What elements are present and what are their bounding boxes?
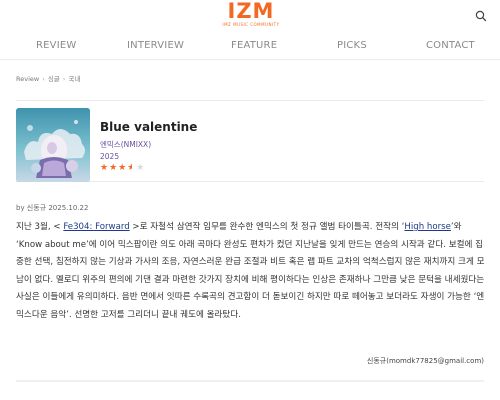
album-cover <box>16 108 90 182</box>
nav-contact[interactable]: CONTACT <box>426 40 475 51</box>
album-info: Blue valentine 엔믹스(NMIXX) 2025 ★★★★★ <box>16 100 484 182</box>
chevron-right-icon: › <box>42 75 45 83</box>
review-body: 지난 3월, < Fe304: Forward >로 자철석 삼연작 임무를 완… <box>16 219 486 324</box>
breadcrumb-domestic[interactable]: 국내 <box>68 75 80 83</box>
site-logo[interactable]: IZM IMZ MUSIC COMMUNITY <box>219 0 283 30</box>
search-button[interactable] <box>474 8 488 22</box>
review-text: ’와 ‘Know about me’에 이어 믹스팝이란 의도 아래 곡마다 완… <box>16 222 485 320</box>
star-empty-icon: ★ <box>136 163 146 173</box>
album-cover-art <box>16 108 90 182</box>
breadcrumb-single[interactable]: 싱글 <box>48 75 60 83</box>
breadcrumb: Review › 싱글 › 국내 <box>16 73 80 83</box>
breadcrumb-review[interactable]: Review <box>16 75 39 83</box>
review-text: 지난 3월, < <box>16 222 64 232</box>
star-full-icon: ★ <box>100 163 110 173</box>
album-title: Blue valentine <box>100 120 198 134</box>
review-byline: by 신동규 2025.10.22 <box>16 204 89 212</box>
review-text: >로 자철석 삼연작 임무를 완수한 엔믹스의 첫 정규 앨범 타이틀곡. 전작… <box>129 222 405 232</box>
divider <box>16 380 484 382</box>
nav-review[interactable]: REVIEW <box>36 40 76 51</box>
author-email: 신동규(momdk77825@gmail.com) <box>366 357 484 365</box>
album-year: 2025 <box>100 152 120 161</box>
album-link-fe304[interactable]: Fe304: Forward <box>63 222 129 232</box>
site-header: IZM IMZ MUSIC COMMUNITY <box>0 0 500 34</box>
nav-interview[interactable]: INTERVIEW <box>127 40 184 51</box>
star-full-icon: ★ <box>109 163 119 173</box>
star-full-icon: ★ <box>118 163 128 173</box>
nav-feature[interactable]: FEATURE <box>231 40 277 51</box>
chevron-right-icon: › <box>62 75 66 83</box>
star-half-icon: ★ <box>127 163 132 173</box>
star-rating: ★★★★★ <box>100 163 145 173</box>
song-link-high-horse[interactable]: High horse <box>404 222 451 232</box>
logo-subtitle: IMZ MUSIC COMMUNITY <box>222 22 280 27</box>
album-artist[interactable]: 엔믹스(NMIXX) <box>100 139 151 150</box>
search-icon <box>475 10 487 22</box>
main-nav: REVIEW INTERVIEW FEATURE PICKS CONTACT <box>0 36 500 60</box>
nav-picks[interactable]: PICKS <box>337 40 367 51</box>
logo-text: IZM <box>227 0 275 23</box>
